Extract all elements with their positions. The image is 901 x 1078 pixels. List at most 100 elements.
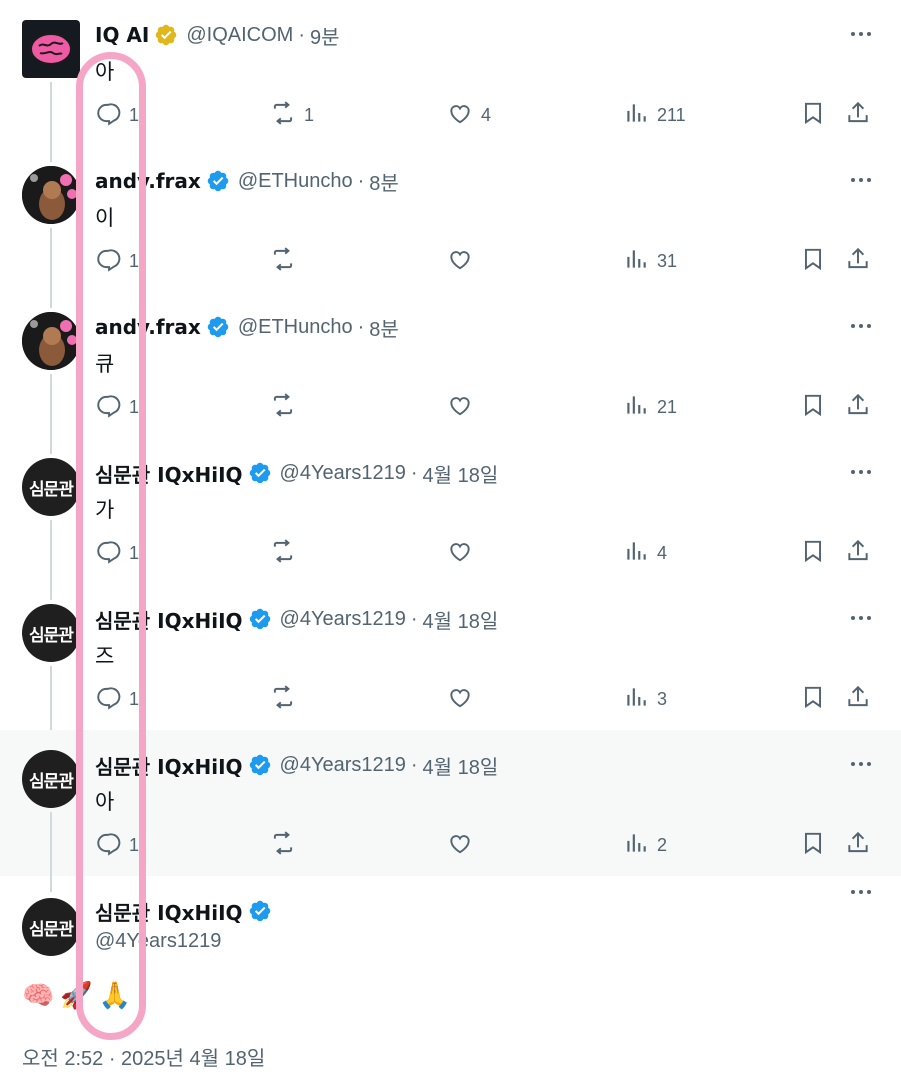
author-name[interactable]: IQ AI [95, 23, 149, 47]
share-icon [845, 830, 871, 861]
views-icon [623, 100, 649, 131]
tweet[interactable]: andy.frax @ETHuncho · 8분 큐 1 21 [0, 292, 901, 454]
like-button[interactable]: 4 [447, 100, 491, 131]
bookmark-button[interactable] [800, 538, 826, 569]
tweet[interactable]: 심문관 심문관 IQxHiIQ @4Years1219 · 4월 18일아 1 2 [0, 730, 901, 892]
reply-button[interactable]: 1 [95, 392, 139, 423]
share-button[interactable] [845, 830, 871, 861]
tweet-time[interactable]: 8분 [369, 313, 399, 342]
avatar-text: 심문관 [29, 479, 74, 500]
reply-count: 1 [129, 835, 140, 855]
bookmark-icon [800, 392, 826, 423]
share-button[interactable] [845, 246, 871, 277]
tweet[interactable]: 심문관 심문관 IQxHiIQ @4Years1219 · 4월 18일 즈 1 3 [0, 584, 901, 746]
tweet-actions: 14 [95, 538, 875, 572]
repost-button[interactable] [270, 392, 296, 423]
author-name[interactable]: 심문관 IQxHiIQ [95, 897, 243, 926]
more-options-icon[interactable] [851, 470, 871, 474]
separator-dot: · [357, 315, 365, 338]
avatar[interactable]: 심문관 [22, 898, 80, 956]
share-button[interactable] [845, 684, 871, 715]
author-name[interactable]: 심문관 IQxHiIQ [95, 459, 243, 488]
avatar[interactable]: 심문관 [22, 604, 80, 662]
repost-button[interactable] [270, 830, 296, 861]
author-handle[interactable]: @IQAICOM [186, 24, 293, 47]
views-button[interactable]: 2 [623, 830, 667, 861]
reply-button[interactable]: 1 [95, 100, 139, 131]
author-handle[interactable]: @ETHuncho [238, 316, 353, 339]
tweet-time[interactable]: 4월 18일 [423, 459, 499, 488]
avatar[interactable] [22, 312, 80, 370]
separator-dot: · [410, 461, 418, 484]
author-handle[interactable]: @ETHuncho [238, 170, 353, 193]
bookmark-button[interactable] [800, 684, 826, 715]
share-button[interactable] [845, 100, 871, 131]
tweet-time[interactable]: 4월 18일 [423, 605, 499, 634]
reply-icon [95, 684, 121, 715]
bookmark-button[interactable] [800, 830, 826, 861]
share-icon [845, 684, 871, 715]
like-button[interactable] [447, 392, 473, 423]
author-name[interactable]: 심문관 IQxHiIQ [95, 605, 243, 634]
views-icon [623, 246, 649, 277]
tweet-actions: 1 1 4 211 [95, 100, 875, 134]
more-options-icon[interactable] [851, 616, 871, 620]
tweet[interactable]: IQ AI @IQAICOM · 9분 아 1 1 4 211 [0, 0, 901, 162]
avatar[interactable] [22, 20, 80, 78]
views-button[interactable]: 31 [623, 246, 677, 277]
views-count: 21 [657, 397, 678, 417]
bookmark-button[interactable] [800, 100, 826, 131]
share-button[interactable] [845, 392, 871, 423]
avatar[interactable]: 심문관 [22, 750, 80, 808]
author-name[interactable]: 심문관 IQxHiIQ [95, 751, 243, 780]
separator-dot: · [410, 753, 418, 776]
share-button[interactable] [845, 538, 871, 569]
repost-button[interactable] [270, 684, 296, 715]
author-name[interactable]: andy.frax [95, 315, 201, 339]
views-button[interactable]: 3 [623, 684, 667, 715]
more-options-icon[interactable] [851, 324, 871, 328]
more-options-icon[interactable] [851, 762, 871, 766]
author-handle[interactable]: @4Years1219 [95, 930, 221, 953]
share-icon [845, 538, 871, 569]
views-button[interactable]: 211 [623, 100, 686, 131]
reply-button[interactable]: 1 [95, 246, 139, 277]
reply-button[interactable]: 1 [95, 538, 139, 569]
repost-icon [270, 830, 296, 861]
reply-button[interactable]: 1 [95, 830, 139, 861]
avatar[interactable]: 심문관 [22, 458, 80, 516]
tweet-text: 아 [95, 790, 115, 814]
repost-button[interactable]: 1 [270, 100, 314, 131]
views-button[interactable]: 21 [623, 392, 677, 423]
verified-badge-icon [248, 899, 272, 923]
profile-photo [22, 312, 80, 370]
tweet-header: 심문관 IQxHiIQ @4Years1219 · 4월 18일 [95, 750, 498, 780]
author-handle[interactable]: @4Years1219 [280, 754, 406, 777]
avatar[interactable] [22, 166, 80, 224]
tweet-time[interactable]: 8분 [369, 167, 399, 196]
views-button[interactable]: 4 [623, 538, 667, 569]
tweet-time[interactable]: 4월 18일 [423, 751, 499, 780]
bookmark-button[interactable] [800, 246, 826, 277]
more-options-icon[interactable] [851, 32, 871, 36]
repost-button[interactable] [270, 246, 296, 277]
reply-icon [95, 246, 121, 277]
author-handle[interactable]: @4Years1219 [280, 608, 406, 631]
tweet[interactable]: andy.frax @ETHuncho · 8분 이 1 31 [0, 146, 901, 308]
repost-count: 1 [304, 105, 315, 125]
profile-photo [22, 166, 80, 224]
tweet-time[interactable]: 9분 [310, 21, 340, 50]
like-button[interactable] [447, 246, 473, 277]
like-button[interactable] [447, 830, 473, 861]
like-button[interactable] [447, 538, 473, 569]
more-options-icon[interactable] [851, 890, 871, 894]
like-button[interactable] [447, 684, 473, 715]
author-handle[interactable]: @4Years1219 [280, 462, 406, 485]
more-options-icon[interactable] [851, 178, 871, 182]
author-name[interactable]: andy.frax [95, 169, 201, 193]
reply-button[interactable]: 1 [95, 684, 139, 715]
bookmark-button[interactable] [800, 392, 826, 423]
tweet-timestamp[interactable]: 오전 2:52 · 2025년 4월 18일 [22, 1042, 265, 1071]
repost-button[interactable] [270, 538, 296, 569]
tweet[interactable]: 심문관 심문관 IQxHiIQ @4Years1219 · 4월 18일 가 1 4 [0, 438, 901, 600]
